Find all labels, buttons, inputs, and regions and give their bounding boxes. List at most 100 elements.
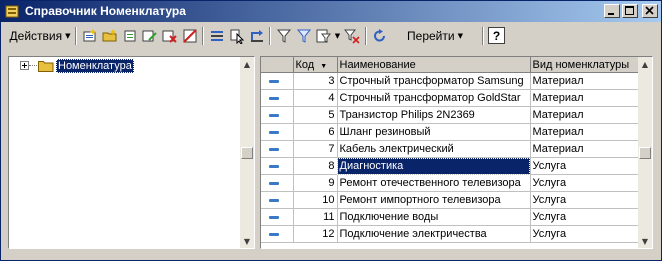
goto-menu-label: Перейти [407,29,455,43]
code-cell[interactable]: 9 [293,174,338,192]
filter-list-icon [316,29,331,43]
actions-menu-button[interactable]: Действия ▼ [7,26,73,46]
code-cell[interactable]: 5 [293,106,338,124]
clear-filter-button[interactable] [343,26,361,46]
name-cell[interactable]: Диагностика [337,157,531,175]
scroll-thumb[interactable] [241,147,253,159]
refresh-button[interactable] [371,26,389,46]
scroll-down-button[interactable]: ▼ [638,234,652,248]
scroll-up-button[interactable]: ▲ [240,57,254,71]
goto-menu-button[interactable]: Перейти ▼ [391,26,479,46]
delete-icon [183,29,197,43]
kind-cell[interactable]: Услуга [530,174,639,192]
scroll-down-button[interactable]: ▼ [240,234,254,248]
code-cell[interactable]: 12 [293,225,338,243]
edit-button[interactable] [141,26,159,46]
table-row[interactable]: 3 Строчный трансформатор Samsung Материал [261,72,639,90]
name-cell[interactable]: Ремонт отечественного телевизора [337,174,531,192]
delete-mark-button[interactable] [161,26,179,46]
toolbar-separator [482,27,484,45]
minimize-button[interactable] [604,4,620,18]
kind-cell[interactable]: Услуга [530,191,639,209]
tree-item-root[interactable]: Номенклатура [56,59,134,73]
kind-cell[interactable]: Материал [530,106,639,124]
code-cell[interactable]: 7 [293,140,338,158]
toolbar: Действия ▼ ▼ Перейти ▼ ? [3,24,659,48]
filter-icon [276,29,292,43]
add-folder-icon [102,29,117,42]
code-cell[interactable]: 6 [293,123,338,141]
scroll-thumb[interactable] [639,147,651,159]
table-row[interactable]: 8 Диагностика Услуга [261,157,639,175]
filter-history-button[interactable]: ▼ [315,26,341,46]
item-icon [269,164,279,168]
kind-cell[interactable]: Материал [530,72,639,90]
name-cell[interactable]: Транзистор Philips 2N2369 [337,106,531,124]
table-row[interactable]: 10 Ремонт импортного телевизора Услуга [261,191,639,209]
title-bar[interactable]: Справочник Номенклатура [1,1,661,22]
kind-cell[interactable]: Материал [530,89,639,107]
toolbar-separator [365,27,367,45]
code-cell[interactable]: 3 [293,72,338,90]
kind-column-header[interactable]: Вид номенклатуры [530,57,639,73]
table-row[interactable]: 9 Ремонт отечественного телевизора Услуга [261,174,639,192]
name-cell[interactable]: Строчный трансформатор GoldStar [337,89,531,107]
level-up-button[interactable] [208,26,226,46]
table-row[interactable]: 11 Подключение воды Услуга [261,208,639,226]
name-cell[interactable]: Строчный трансформатор Samsung [337,72,531,90]
add-item-icon [83,29,96,42]
expand-toggle[interactable] [20,61,29,70]
table-row[interactable]: 4 Строчный трансформатор GoldStar Материал [261,89,639,107]
toolbar-separator [75,27,77,45]
dropdown-arrow-icon: ▼ [457,32,463,40]
plus-icon [22,63,27,68]
kind-cell[interactable]: Услуга [530,157,639,175]
find-button[interactable] [228,26,246,46]
table-row[interactable]: 6 Шланг резиновый Материал [261,123,639,141]
help-button[interactable]: ? [488,27,505,44]
clear-filter-icon [344,29,360,44]
kind-header-label: Вид номенклатуры [532,58,630,71]
name-cell[interactable]: Подключение электричества [337,225,531,243]
item-icon [269,198,279,202]
kind-cell[interactable]: Материал [530,123,639,141]
add-group-button[interactable] [101,26,119,46]
filter-value-button[interactable] [295,26,313,46]
close-button[interactable] [642,4,658,18]
item-icon [269,215,279,219]
code-cell[interactable]: 4 [293,89,338,107]
table-row[interactable]: 12 Подключение электричества Услуга [261,225,639,243]
code-cell[interactable]: 11 [293,208,338,226]
name-column-header[interactable]: Наименование [337,57,531,73]
add-item-button[interactable] [81,26,99,46]
filter-button[interactable] [275,26,293,46]
name-cell[interactable]: Шланг резиновый [337,123,531,141]
code-cell[interactable]: 8 [293,157,338,175]
list-scrollbar[interactable]: ▲ ▼ [638,57,652,248]
name-cell[interactable]: Ремонт импортного телевизора [337,191,531,209]
row-marker-cell [261,140,294,158]
code-column-header[interactable]: Код ▼ [293,57,338,73]
scroll-up-button[interactable]: ▲ [638,57,652,71]
window-title: Справочник Номенклатура [25,4,186,18]
row-marker-cell [261,123,294,141]
copy-icon [124,30,136,42]
move-button[interactable] [248,26,266,46]
edit-icon [142,30,157,42]
name-cell[interactable]: Подключение воды [337,208,531,226]
delete-button[interactable] [181,26,199,46]
folder-icon [38,61,54,72]
row-marker-cell [261,106,294,124]
help-icon: ? [492,28,501,43]
copy-button[interactable] [121,26,139,46]
tree-scrollbar[interactable]: ▲ ▼ [240,57,254,248]
kind-cell[interactable]: Услуга [530,225,639,243]
table-row[interactable]: 7 Кабель электрический Материал [261,140,639,158]
kind-cell[interactable]: Услуга [530,208,639,226]
code-cell[interactable]: 10 [293,191,338,209]
row-marker-cell [261,208,294,226]
table-row[interactable]: 5 Транзистор Philips 2N2369 Материал [261,106,639,124]
name-cell[interactable]: Кабель электрический [337,140,531,158]
maximize-button[interactable] [622,4,638,18]
kind-cell[interactable]: Материал [530,140,639,158]
